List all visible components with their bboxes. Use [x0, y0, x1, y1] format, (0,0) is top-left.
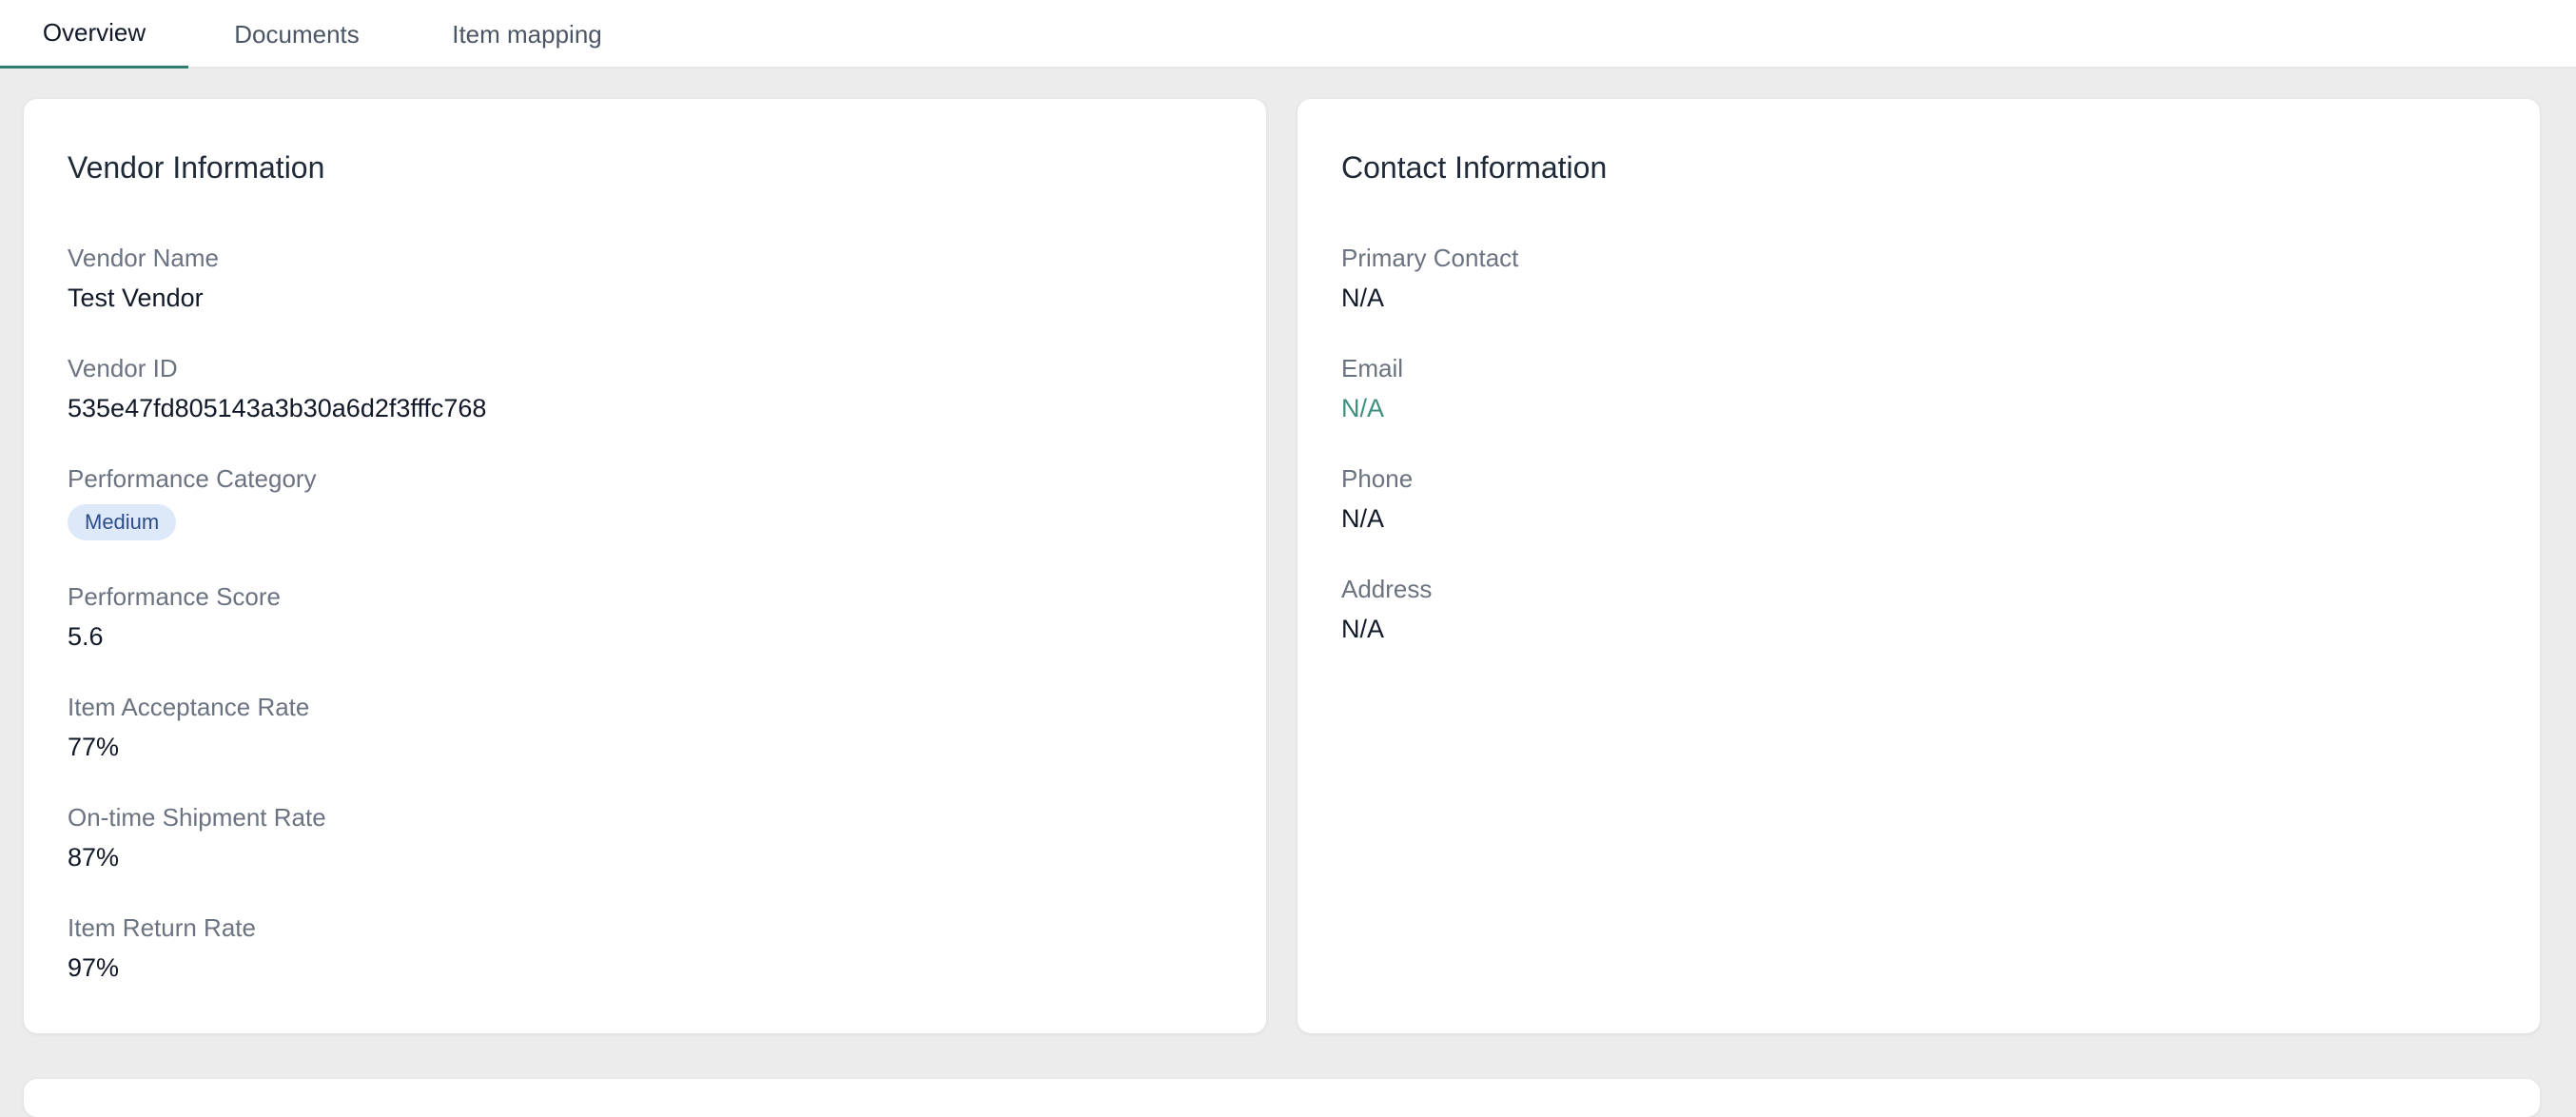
next-section-card: [24, 1079, 2540, 1117]
vendor-id-field: Vendor ID 535e47fd805143a3b30a6d2f3fffc7…: [68, 356, 486, 421]
vendor-name-field: Vendor Name Test Vendor: [68, 245, 219, 311]
performance-category-field: Performance Category Medium: [68, 466, 317, 540]
primary-contact-field: Primary Contact N/A: [1341, 245, 1518, 311]
address-value: N/A: [1341, 615, 1385, 643]
primary-contact-value: N/A: [1341, 284, 1385, 312]
tab-bar: Overview Documents Item mapping: [0, 0, 2576, 69]
on-time-shipment-rate-value: 87%: [68, 843, 120, 872]
vendor-information-card: Vendor Information Vendor Name Test Vend…: [24, 99, 1266, 1033]
performance-score-value: 5.6: [68, 622, 104, 651]
contact-information-card: Contact Information Primary Contact N/A …: [1298, 99, 2540, 1033]
page-scrollbar[interactable]: [2563, 69, 2576, 1090]
phone-field: Phone N/A: [1341, 466, 1413, 532]
vendor-id-value: 535e47fd805143a3b30a6d2f3fffc768: [68, 394, 487, 422]
performance-category-badge: Medium: [68, 504, 177, 540]
tab-overview[interactable]: Overview: [0, 0, 188, 69]
email-field: Email N/A: [1341, 356, 1403, 421]
primary-contact-label: Primary Contact: [1341, 244, 1519, 272]
tab-item-mapping[interactable]: Item mapping: [405, 0, 649, 69]
contact-information-title: Contact Information: [1341, 150, 1608, 185]
performance-score-field: Performance Score 5.6: [68, 584, 281, 650]
vendor-name-label: Vendor Name: [68, 244, 219, 272]
performance-category-label: Performance Category: [68, 464, 317, 493]
item-acceptance-rate-value: 77%: [68, 733, 120, 761]
vendor-id-label: Vendor ID: [68, 354, 178, 382]
item-return-rate-field: Item Return Rate 97%: [68, 915, 256, 981]
on-time-shipment-rate-field: On-time Shipment Rate 87%: [68, 805, 326, 871]
item-return-rate-value: 97%: [68, 953, 120, 982]
tab-documents[interactable]: Documents: [188, 0, 405, 69]
on-time-shipment-rate-label: On-time Shipment Rate: [68, 803, 326, 832]
item-acceptance-rate-label: Item Acceptance Rate: [68, 693, 310, 721]
item-acceptance-rate-field: Item Acceptance Rate 77%: [68, 695, 309, 760]
email-link[interactable]: N/A: [1341, 396, 1403, 421]
performance-score-label: Performance Score: [68, 582, 281, 611]
phone-value: N/A: [1341, 504, 1385, 533]
vendor-information-title: Vendor Information: [68, 150, 325, 185]
address-label: Address: [1341, 575, 1433, 603]
item-return-rate-label: Item Return Rate: [68, 913, 256, 942]
vendor-name-value: Test Vendor: [68, 284, 204, 312]
email-label: Email: [1341, 354, 1404, 382]
phone-label: Phone: [1341, 464, 1414, 493]
address-field: Address N/A: [1341, 577, 1432, 642]
